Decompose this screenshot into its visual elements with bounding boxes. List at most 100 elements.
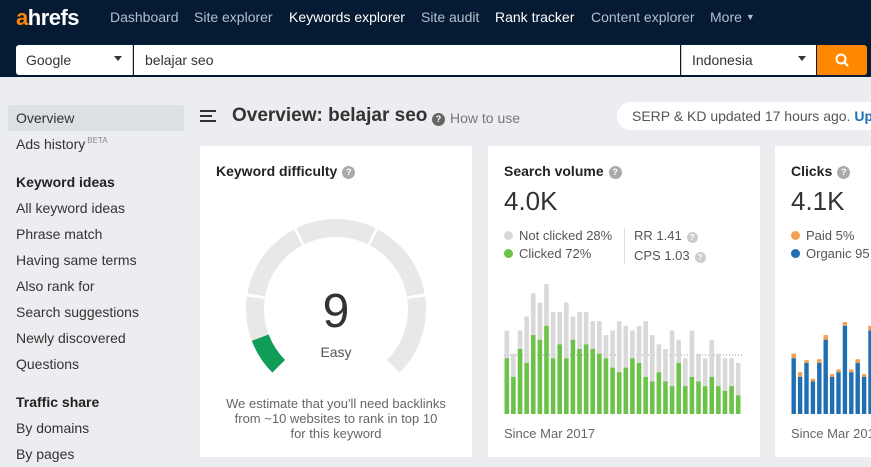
since-label: Since Mar 2017 bbox=[504, 426, 596, 441]
ahrefs-logo[interactable]: ahrefs bbox=[16, 5, 80, 31]
organic-bar bbox=[817, 362, 822, 414]
dropdown-arrow-icon bbox=[114, 56, 122, 61]
paid-bar bbox=[855, 359, 860, 363]
nav-site-explorer[interactable]: Site explorer bbox=[194, 9, 273, 25]
organic-bar bbox=[842, 325, 848, 414]
not-clicked-bar bbox=[656, 344, 662, 373]
clicked-bar bbox=[689, 376, 695, 414]
not-clicked-bar bbox=[511, 353, 516, 377]
not-clicked-bar bbox=[537, 302, 543, 340]
caret-down-icon: ▼ bbox=[745, 12, 755, 22]
sidebar-item-overview[interactable]: Overview bbox=[8, 105, 184, 131]
clicked-bar bbox=[696, 381, 701, 414]
sidebar-item-newly-discovered[interactable]: Newly discovered bbox=[16, 330, 126, 346]
clicked-bar bbox=[511, 376, 516, 414]
clicked-bar bbox=[735, 395, 741, 414]
nav-rank-tracker[interactable]: Rank tracker bbox=[495, 9, 574, 25]
gauge-segment bbox=[296, 219, 376, 245]
not-clicked-bar bbox=[649, 335, 655, 382]
not-clicked-bar bbox=[676, 339, 681, 363]
organic-bar bbox=[797, 376, 803, 414]
clicked-bar bbox=[669, 386, 675, 414]
sidebar-item-all-keyword-ideas[interactable]: All keyword ideas bbox=[16, 200, 125, 216]
sidebar-item-ads-history[interactable]: Ads history BETA bbox=[16, 136, 108, 152]
since-label: Since Mar 2017 bbox=[791, 426, 871, 441]
not-clicked-bar bbox=[583, 311, 589, 345]
nav-dashboard[interactable]: Dashboard bbox=[110, 9, 179, 25]
organic-bar bbox=[855, 362, 860, 414]
sidebar-item-by-domains[interactable]: By domains bbox=[16, 420, 89, 436]
clicked-bar bbox=[676, 362, 681, 414]
not-clicked-bar bbox=[570, 316, 576, 340]
organic-bar bbox=[829, 376, 835, 414]
country-select[interactable]: Indonesia bbox=[681, 45, 816, 75]
nav-keywords-explorer[interactable]: Keywords explorer bbox=[289, 9, 405, 25]
nav-more-label: More bbox=[710, 9, 742, 25]
search-icon bbox=[835, 53, 849, 67]
nav-more[interactable]: More ▼ bbox=[710, 9, 755, 25]
not-clicked-bar bbox=[524, 316, 529, 363]
help-icon: ? bbox=[432, 113, 445, 126]
volume-chart bbox=[504, 284, 742, 414]
clicked-bar bbox=[564, 358, 569, 414]
sidebar-item-having-same-terms[interactable]: Having same terms bbox=[16, 252, 137, 268]
not-clicked-bar bbox=[550, 311, 556, 359]
organic-bar bbox=[849, 372, 854, 414]
sidebar-item-label: Ads history bbox=[16, 136, 86, 152]
clicked-bar bbox=[550, 358, 556, 414]
clicked-bar bbox=[603, 358, 609, 414]
sidebar-item-phrase-match[interactable]: Phrase match bbox=[16, 226, 102, 242]
search-button[interactable] bbox=[817, 45, 867, 75]
clicked-bar bbox=[636, 362, 642, 414]
not-clicked-bar bbox=[544, 284, 549, 326]
kd-label: Easy bbox=[320, 344, 352, 360]
search-engine-select[interactable]: Google bbox=[16, 45, 133, 75]
not-clicked-bar bbox=[630, 330, 635, 359]
paid-bar bbox=[804, 360, 809, 363]
not-clicked-bar bbox=[610, 330, 615, 368]
update-link[interactable]: Up bbox=[854, 108, 871, 124]
clicked-bar bbox=[656, 372, 662, 414]
keyword-input[interactable] bbox=[134, 45, 680, 75]
organic-bar bbox=[861, 376, 867, 414]
paid-bar bbox=[797, 372, 803, 377]
kd-note: We estimate that you'll need backlinks f… bbox=[210, 396, 462, 441]
clicked-bar bbox=[517, 349, 523, 414]
paid-bar bbox=[849, 369, 854, 373]
sidebar-item-also-rank-for[interactable]: Also rank for bbox=[16, 278, 95, 294]
page-title: Overview: belajar seo bbox=[232, 105, 428, 126]
not-clicked-bar bbox=[603, 335, 609, 359]
not-clicked-bar bbox=[696, 353, 701, 382]
organic-bar bbox=[810, 381, 816, 414]
not-clicked-bar bbox=[557, 311, 562, 345]
sidebar-item-search-suggestions[interactable]: Search suggestions bbox=[16, 304, 139, 320]
kd-note-line: from ~10 websites to rank in top 10 bbox=[234, 411, 438, 426]
not-clicked-bar bbox=[597, 321, 602, 354]
kd-note-line: We estimate that you'll need backlinks bbox=[226, 396, 446, 411]
keyword-difficulty-card: Keyword difficulty? 9 Easy We estimate t… bbox=[200, 146, 472, 457]
sidebar-item-questions[interactable]: Questions bbox=[16, 356, 79, 372]
clicked-bar bbox=[663, 381, 668, 414]
clicked-bar bbox=[557, 344, 562, 414]
update-status: SERP & KD updated 17 hours ago. Up bbox=[617, 102, 871, 130]
clicked-bar bbox=[530, 335, 536, 414]
nav-content-explorer[interactable]: Content explorer bbox=[591, 9, 695, 25]
organic-bar bbox=[823, 339, 828, 414]
clicked-bar bbox=[504, 358, 510, 414]
not-clicked-bar bbox=[669, 330, 675, 387]
menu-icon[interactable] bbox=[200, 110, 216, 122]
nav-site-audit[interactable]: Site audit bbox=[421, 9, 479, 25]
not-clicked-bar bbox=[616, 321, 622, 373]
update-status-text: SERP & KD updated 17 hours ago. bbox=[632, 108, 851, 124]
not-clicked-bar bbox=[729, 358, 734, 387]
clicked-bar bbox=[702, 386, 708, 414]
how-to-use-link[interactable]: ? How to use bbox=[432, 110, 520, 126]
clicked-bar bbox=[577, 349, 582, 414]
organic-bar bbox=[836, 372, 841, 414]
not-clicked-bar bbox=[689, 330, 695, 377]
kd-note-line: for this keyword bbox=[290, 426, 382, 441]
search-volume-card: Search volume? 4.0K Not clicked 28% Clic… bbox=[488, 146, 760, 457]
clicked-bar bbox=[570, 339, 576, 414]
dropdown-arrow-icon bbox=[798, 56, 806, 61]
sidebar-item-by-pages[interactable]: By pages bbox=[16, 446, 74, 462]
